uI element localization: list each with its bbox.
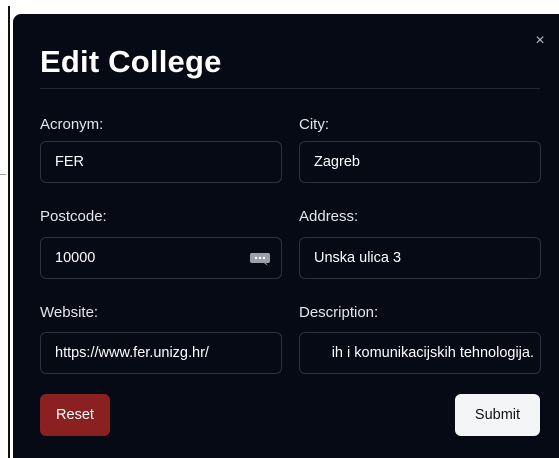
description-label: Description: [299, 304, 379, 321]
postcode-field[interactable]: 10000 [40, 237, 282, 279]
city-value: Zagreb [314, 154, 360, 170]
address-field[interactable]: Unska ulica 3 [299, 237, 541, 279]
city-label: City: [299, 116, 329, 133]
submit-button[interactable]: Submit [455, 394, 540, 436]
close-icon[interactable]: × [531, 32, 549, 50]
page: × Edit College Acronym: FER City: Zagreb… [0, 0, 559, 458]
acronym-value: FER [55, 154, 84, 170]
address-label: Address: [299, 208, 359, 225]
speech-bubble-ellipsis-icon[interactable] [249, 252, 271, 266]
website-value: https://www.fer.unizg.hr/ [55, 345, 209, 361]
city-field[interactable]: Zagreb [299, 141, 541, 183]
edit-college-dialog: × Edit College Acronym: FER City: Zagreb… [13, 14, 559, 458]
acronym-field[interactable]: FER [40, 141, 282, 183]
dialog-title: Edit College [40, 44, 222, 79]
postcode-label: Postcode: [40, 208, 107, 225]
address-value: Unska ulica 3 [314, 250, 402, 266]
title-divider [40, 88, 540, 89]
description-value: ih i komunikacijskih tehnologija. [331, 345, 534, 361]
window-border [8, 6, 10, 458]
acronym-label: Acronym: [40, 116, 104, 133]
postcode-value: 10000 [55, 250, 96, 266]
description-field[interactable]: ih i komunikacijskih tehnologija. [299, 332, 541, 374]
scroll-marker [0, 174, 6, 175]
website-field[interactable]: https://www.fer.unizg.hr/ [40, 332, 282, 374]
website-label: Website: [40, 304, 99, 321]
background-window-edge [0, 0, 11, 458]
reset-button[interactable]: Reset [40, 394, 110, 436]
